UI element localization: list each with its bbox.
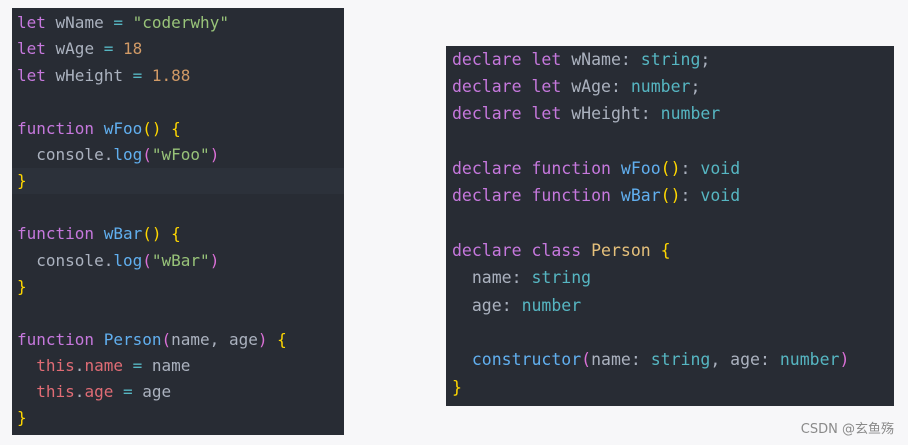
code-line-1: let wName = "coderwhy": [17, 13, 229, 32]
decl-line-9: name: string: [471, 268, 592, 287]
decl-line-12: constructor(name: string, age: number): [471, 350, 850, 369]
code-line-13: function Person(name, age) {: [17, 330, 287, 349]
right-code-panel: declare let wName: string; declare let w…: [446, 46, 894, 406]
decl-line-3: declare let wHeight: number: [452, 104, 721, 123]
decl-line-2: declare let wAge: number;: [452, 77, 701, 96]
left-code-panel: let wName = "coderwhy" let wAge = 18 let…: [12, 8, 344, 435]
decl-line-13: }: [452, 378, 462, 397]
code-line-7: }: [12, 168, 344, 194]
decl-line-10: age: number: [471, 296, 582, 315]
code-line-2: let wAge = 18: [17, 39, 143, 58]
decl-line-5: declare function wFoo(): void: [452, 159, 741, 178]
code-line-15: this.age = age: [36, 382, 172, 401]
code-line-3: let wHeight = 1.88: [17, 66, 191, 85]
code-line-9: function wBar() {: [17, 224, 181, 243]
code-line-16: }: [17, 408, 27, 427]
watermark-text: CSDN @玄鱼殇: [800, 422, 894, 437]
code-line-14: this.name = name: [36, 356, 191, 375]
decl-line-1: declare let wName: string;: [452, 50, 711, 69]
code-line-10: console.log("wBar"): [36, 251, 220, 270]
decl-line-6: declare function wBar(): void: [452, 186, 741, 205]
code-line-6: console.log("wFoo"): [36, 145, 220, 164]
code-line-5: function wFoo() {: [17, 119, 181, 138]
decl-line-8: declare class Person {: [452, 241, 671, 260]
code-line-11: }: [17, 277, 27, 296]
